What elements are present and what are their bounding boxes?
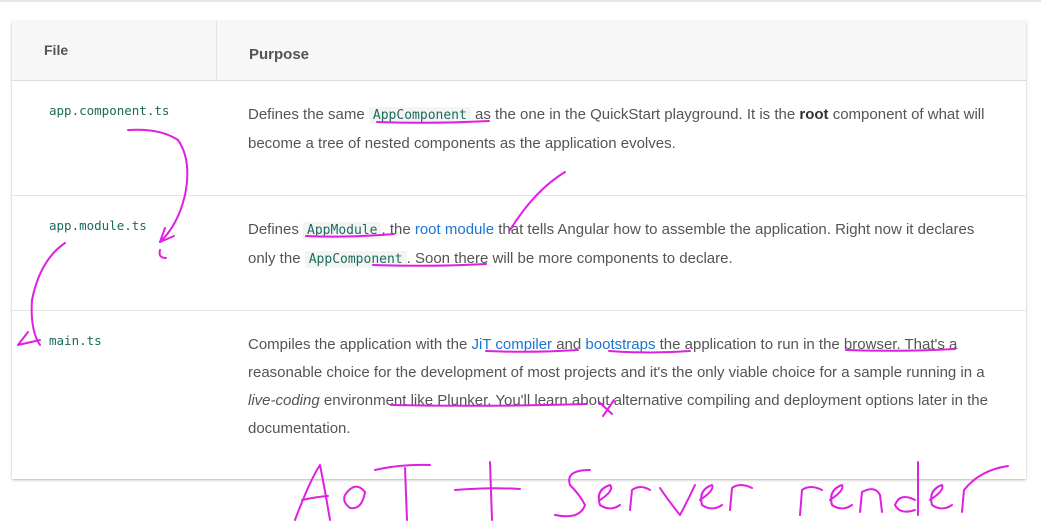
jit-compiler-link[interactable]: JiT compiler: [471, 336, 552, 353]
glyph-e3: [829, 484, 853, 510]
file-name: main.ts: [49, 333, 102, 348]
header-purpose: Purpose: [249, 46, 310, 63]
inline-code: AppComponent: [368, 107, 471, 124]
purpose-text: Compiles the application with the JiT co…: [248, 331, 988, 443]
table-header: File Purpose: [12, 21, 1026, 81]
glyph-r1: [629, 486, 651, 511]
purpose-text: Defines the same AppComponent as the one…: [248, 101, 988, 158]
bootstraps-link[interactable]: bootstraps: [585, 336, 655, 353]
glyph-e4: [929, 484, 953, 510]
purpose-fragment: Compiles the application with the: [248, 336, 472, 353]
files-table: File Purpose app.component.ts Defines th…: [12, 21, 1026, 479]
italic-text: live-coding: [248, 392, 320, 409]
glyph-o: [343, 485, 366, 510]
purpose-fragment: and: [552, 336, 586, 353]
glyph-r2: [729, 484, 753, 511]
inline-code: AppModule: [303, 222, 382, 239]
purpose-fragment: as the one in the QuickStart playground.…: [470, 106, 800, 123]
purpose-fragment: Defines: [248, 221, 304, 238]
top-divider: [0, 0, 1041, 2]
inline-code: AppComponent: [304, 251, 407, 268]
file-name: app.component.ts: [49, 103, 170, 118]
purpose-fragment: , the: [381, 221, 415, 238]
purpose-fragment: Defines the same: [248, 106, 369, 123]
file-name: app.module.ts: [49, 218, 147, 233]
table-row: main.ts Compiles the application with th…: [12, 311, 1026, 479]
glyph-e2: [699, 484, 723, 510]
table-row: app.module.ts Defines AppModule, the roo…: [12, 196, 1026, 311]
purpose-fragment: . Soon there will be more components to …: [406, 250, 733, 267]
glyph-v: [659, 484, 696, 516]
glyph-n: [859, 488, 883, 513]
glyph-r3: [799, 486, 823, 516]
glyph-e1: [597, 484, 621, 510]
bold-text: root: [799, 106, 829, 123]
header-column-divider: [216, 21, 217, 81]
table-row: app.component.ts Defines the same AppCom…: [12, 81, 1026, 196]
purpose-fragment: environment like Plunker. You'll learn a…: [248, 392, 988, 437]
root-module-link[interactable]: root module: [415, 221, 494, 238]
header-file: File: [44, 42, 69, 58]
purpose-text: Defines AppModule, the root module that …: [248, 216, 988, 274]
